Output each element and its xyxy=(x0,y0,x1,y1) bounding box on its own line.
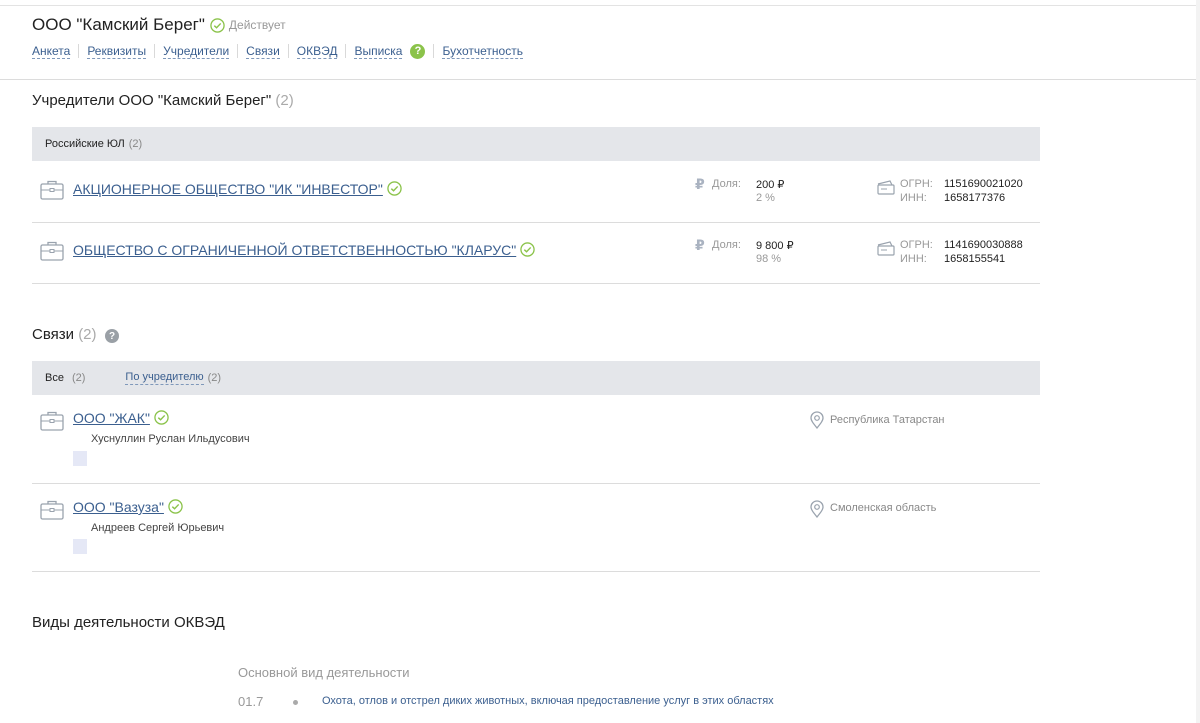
location-pin-icon xyxy=(810,500,824,518)
share-percent: 98 % xyxy=(756,253,782,265)
share-percent: 2 % xyxy=(756,192,775,204)
related-person: Хуснуллин Руслан Ильдусович xyxy=(91,433,250,445)
filter-all-count: (2) xyxy=(71,372,86,384)
tab-separator xyxy=(433,44,435,58)
related-person: Андреев Сергей Юрьевич xyxy=(91,522,225,534)
inn-label: ИНН: xyxy=(900,192,927,204)
share-label: Доля: xyxy=(712,239,741,251)
okved-title-text: Виды деятельности ОКВЭД xyxy=(32,614,225,631)
company-title: ООО "Камский Берег" xyxy=(32,15,205,34)
links-filter-bar: Все (2) По учредителю (2) xyxy=(32,361,1040,395)
founder-name[interactable]: ОБЩЕСТВО С ОГРАНИЧЕННОЙ ОТВЕТСТВЕННОСТЬЮ… xyxy=(73,242,516,258)
question-icon[interactable]: ? xyxy=(410,43,426,59)
inn-label: ИНН: xyxy=(900,253,927,265)
filter-by-founder-count: (2) xyxy=(207,372,222,384)
ruble-icon: ₽ xyxy=(695,176,705,192)
tag-box xyxy=(73,539,87,554)
tab-links[interactable]: Связи xyxy=(246,44,280,59)
founders-title: Учредители ООО "Камский Берег" (2) xyxy=(32,92,294,109)
tab-okved[interactable]: ОКВЭД xyxy=(296,44,338,59)
briefcase-icon xyxy=(40,180,64,200)
company-status: Действует xyxy=(228,18,286,32)
tab-separator xyxy=(345,44,347,58)
founders-title-text: Учредители ООО "Камский Берег" xyxy=(32,92,272,109)
links-count: (2) xyxy=(78,326,97,343)
links-title-text: Связи xyxy=(32,326,75,343)
ogrn-value: 1151690021020 xyxy=(944,178,1023,190)
group-label: Российские ЮЛ xyxy=(45,138,125,150)
tab-separator xyxy=(237,44,239,58)
company-header: ООО "Камский Берег" Действует xyxy=(32,13,286,37)
tab-separator xyxy=(287,44,289,58)
okved-description: Охота, отлов и отстрел диких животных, в… xyxy=(322,695,774,707)
share-label: Доля: xyxy=(712,178,741,190)
location-pin-icon xyxy=(810,411,824,429)
tab-anketa[interactable]: Анкета xyxy=(32,44,71,59)
founders-group-header: Российские ЮЛ (2) xyxy=(32,127,1040,161)
tab-founders[interactable]: Учредители xyxy=(163,44,230,59)
tab-separator xyxy=(154,44,156,58)
bullet-dot xyxy=(293,700,298,705)
tab-requisites[interactable]: Реквизиты xyxy=(87,44,147,59)
share-amount: 200 ₽ xyxy=(756,179,785,191)
briefcase-icon xyxy=(40,411,64,431)
okved-title: Виды деятельности ОКВЭД xyxy=(32,614,225,631)
check-circle-icon xyxy=(387,181,402,196)
inn-value: 1658177376 xyxy=(944,192,1006,204)
links-title: Связи (2) xyxy=(32,326,97,343)
link-row: ООО "Вазуза" Андреев Сергей Юрьевич Смол… xyxy=(32,484,1040,572)
ogrn-value: 1141690030888 xyxy=(944,239,1023,251)
tab-accounting[interactable]: Бухотчетность xyxy=(442,44,523,59)
founders-count: (2) xyxy=(275,92,294,109)
top-border xyxy=(0,5,1200,6)
group-count: (2) xyxy=(128,138,143,150)
founder-row: ОБЩЕСТВО С ОГРАНИЧЕННОЙ ОТВЕТСТВЕННОСТЬЮ… xyxy=(32,223,1040,284)
id-card-icon xyxy=(877,180,895,195)
founder-row: АКЦИОНЕРНОЕ ОБЩЕСТВО "ИК "ИНВЕСТОР" ₽ До… xyxy=(32,161,1040,223)
check-circle-icon xyxy=(154,410,169,425)
inn-value: 1658155541 xyxy=(944,253,1006,265)
filter-by-founder[interactable]: По учредителю xyxy=(125,371,204,385)
tab-extract[interactable]: Выписка xyxy=(354,44,403,59)
id-card-icon xyxy=(877,241,895,256)
region-text: Республика Татарстан xyxy=(830,414,945,426)
link-row: ООО "ЖАК" Хуснуллин Руслан Ильдусович Ре… xyxy=(32,395,1040,484)
check-circle-icon xyxy=(520,242,535,257)
tab-separator xyxy=(78,44,80,58)
ogrn-label: ОГРН: xyxy=(900,239,933,251)
briefcase-icon xyxy=(40,241,64,261)
ruble-icon: ₽ xyxy=(695,237,705,253)
region-text: Смоленская область xyxy=(830,502,937,514)
share-amount: 9 800 ₽ xyxy=(756,240,794,252)
founder-link[interactable]: АКЦИОНЕРНОЕ ОБЩЕСТВО "ИК "ИНВЕСТОР" xyxy=(73,181,402,197)
scrollbar[interactable] xyxy=(1196,0,1200,723)
filter-all[interactable]: Все xyxy=(45,372,64,384)
ogrn-label: ОГРН: xyxy=(900,178,933,190)
founder-name[interactable]: АКЦИОНЕРНОЕ ОБЩЕСТВО "ИК "ИНВЕСТОР" xyxy=(73,181,383,197)
header-divider xyxy=(0,79,1196,80)
related-company-name[interactable]: ООО "Вазуза" xyxy=(73,499,164,515)
briefcase-icon xyxy=(40,500,64,520)
company-tabs: Анкета Реквизиты Учредители Связи ОКВЭД … xyxy=(32,42,523,60)
okved-subtitle: Основной вид деятельности xyxy=(238,665,410,680)
related-company-link[interactable]: ООО "Вазуза" xyxy=(73,499,183,515)
related-company-name[interactable]: ООО "ЖАК" xyxy=(73,410,150,426)
founder-link[interactable]: ОБЩЕСТВО С ОГРАНИЧЕННОЙ ОТВЕТСТВЕННОСТЬЮ… xyxy=(73,242,535,258)
check-circle-icon xyxy=(168,499,183,514)
tag-box xyxy=(73,451,87,466)
check-circle-icon xyxy=(210,17,225,33)
related-company-link[interactable]: ООО "ЖАК" xyxy=(73,410,169,426)
okved-code: 01.7 xyxy=(238,694,264,709)
question-icon[interactable]: ? xyxy=(105,329,119,343)
